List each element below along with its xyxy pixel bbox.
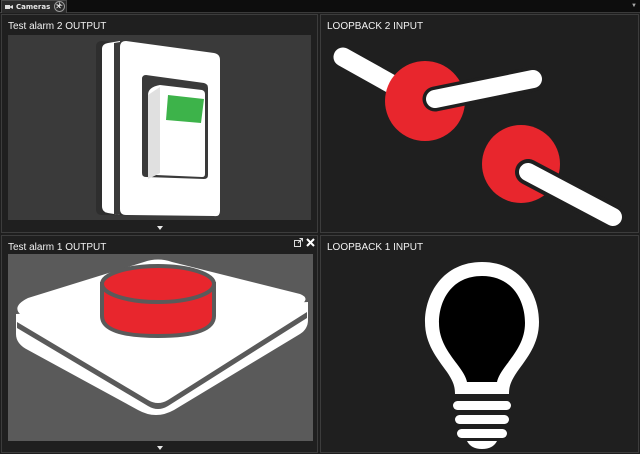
tab-label: Cameras [16, 3, 51, 11]
tile-graphic-area[interactable] [321, 236, 638, 452]
expand-chevron-icon[interactable] [156, 226, 163, 230]
expand-chevron-icon[interactable] [156, 446, 163, 450]
close-icon[interactable] [306, 238, 315, 247]
light-bulb-icon [425, 262, 539, 449]
tile-title: Test alarm 1 OUTPUT [8, 242, 107, 253]
camera-tile-loopback-2[interactable]: LOOPBACK 2 INPUT [320, 14, 639, 233]
tile-graphic-area[interactable] [321, 15, 638, 232]
tab-menu-icon[interactable]: ▼ [631, 2, 637, 10]
tile-title: Test alarm 2 OUTPUT [8, 21, 107, 32]
add-tab-icon[interactable]: + [54, 1, 65, 12]
popout-icon[interactable] [294, 238, 303, 247]
camera-tile-test-alarm-2[interactable]: Test alarm 2 OUTPUT [1, 14, 318, 233]
tile-title: LOOPBACK 1 INPUT [327, 242, 424, 253]
tile-graphic-area[interactable] [8, 35, 311, 220]
camera-tile-loopback-1[interactable]: LOOPBACK 1 INPUT [320, 235, 639, 453]
wall-switch-icon [96, 41, 220, 217]
tile-title: LOOPBACK 2 INPUT [327, 21, 424, 32]
tile-graphic-area[interactable] [8, 254, 313, 441]
toggle-levers-icon [333, 47, 626, 230]
tab-bar: Cameras ✕ + ▼ [0, 0, 640, 13]
push-button-icon [16, 259, 308, 415]
camera-icon [5, 5, 13, 9]
camera-tile-test-alarm-1[interactable]: Test alarm 1 OUTPUT [1, 235, 318, 453]
tile-toolbar [294, 238, 315, 247]
